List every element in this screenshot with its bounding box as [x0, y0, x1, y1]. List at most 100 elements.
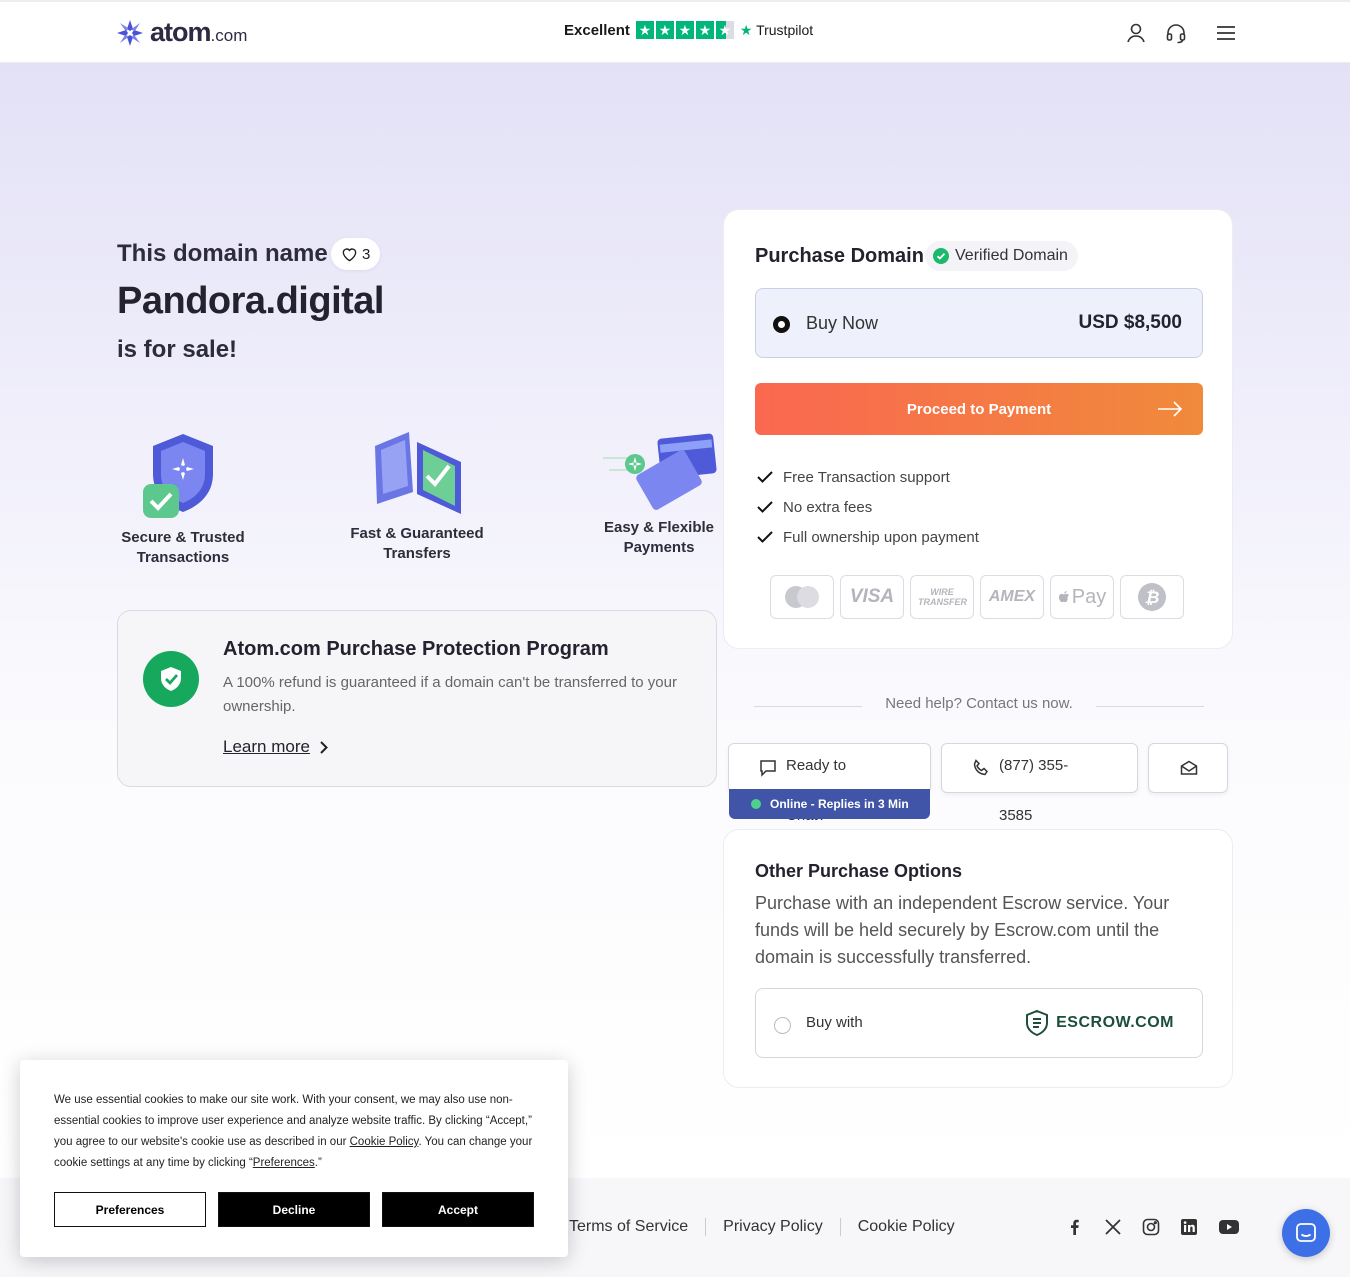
- payment-cards-icon: [603, 433, 717, 510]
- trust-label: Excellent: [564, 21, 630, 39]
- protection-text: A 100% refund is guaranteed if a domain …: [223, 674, 677, 715]
- star-half-icon: ★: [715, 21, 734, 39]
- purchase-card: Purchase Domain Verified Domain Buy Now …: [723, 209, 1233, 649]
- checkmark-icon: [757, 531, 773, 543]
- cookie-banner: We use essential cookies to make our sit…: [20, 1060, 568, 1257]
- trustpilot-star-icon: ★: [739, 21, 753, 38]
- star-icon: ★: [655, 21, 674, 39]
- visa-icon: VISA: [840, 575, 904, 619]
- escrow-option[interactable]: Buy with ESCROW.COM: [755, 988, 1203, 1058]
- x-twitter-icon[interactable]: [1104, 1218, 1122, 1236]
- accept-button[interactable]: Accept: [382, 1192, 534, 1227]
- chat-button[interactable]: Ready to Chat?: [728, 743, 931, 824]
- cookie-policy-link[interactable]: Cookie Policy: [858, 1218, 955, 1236]
- apple-pay-icon: Pay: [1050, 575, 1114, 619]
- hero-title: This domain name: [117, 240, 328, 267]
- social-links: [1066, 1218, 1239, 1236]
- atom-logo-icon: [117, 19, 143, 46]
- shield-check-badge-icon: [143, 651, 199, 707]
- trustpilot-brand: ★ Trustpilot: [739, 21, 814, 38]
- price: USD $8,500: [1078, 312, 1182, 333]
- benefit-text: Free Transaction support: [783, 468, 950, 486]
- benefit-item: Full ownership upon payment: [757, 522, 979, 552]
- bitcoin-icon: ₿: [1120, 575, 1184, 619]
- divider-line: [1096, 706, 1204, 707]
- amex-icon: AMEX: [980, 575, 1044, 619]
- escrow-logo-text: ESCROW.COM: [1056, 1014, 1174, 1031]
- email-button[interactable]: [1148, 743, 1228, 793]
- headset-support-icon[interactable]: [1164, 21, 1188, 45]
- phone-icon: [973, 759, 988, 776]
- cookie-policy-inline-link[interactable]: Cookie Policy: [350, 1136, 419, 1148]
- benefit-text: No extra fees: [783, 498, 873, 516]
- for-sale-text: is for sale!: [117, 336, 238, 363]
- favorite-button[interactable]: 3: [331, 238, 381, 270]
- phone-button[interactable]: (877) 355-3585: [941, 743, 1138, 824]
- linkedin-icon[interactable]: [1180, 1218, 1198, 1236]
- feature-secure-line1: Secure & Trusted: [121, 529, 245, 546]
- preferences-inline-link[interactable]: Preferences: [253, 1157, 315, 1169]
- apple-pay-label: Pay: [1071, 585, 1107, 608]
- escrow-logo: ESCROW.COM: [1024, 1009, 1174, 1037]
- feature-flexible-line2: Payments: [623, 539, 695, 556]
- wire-transfer-label: WIRE TRANSFER: [918, 587, 967, 607]
- help-text: Need help? Contact us now.: [885, 695, 1073, 712]
- online-label: Online - Replies in 3 Min: [770, 797, 909, 811]
- escrow-radio[interactable]: [774, 1017, 791, 1034]
- protection-title: Atom.com Purchase Protection Program: [223, 638, 609, 660]
- visa-label: VISA: [849, 586, 895, 607]
- proceed-to-payment-button[interactable]: Proceed to Payment: [755, 383, 1203, 435]
- youtube-icon[interactable]: [1218, 1218, 1239, 1236]
- transfer-cards-icon: [375, 432, 461, 514]
- chat-widget-icon: [1296, 1223, 1316, 1242]
- chat-widget-button[interactable]: [1282, 1209, 1330, 1257]
- privacy-link[interactable]: Privacy Policy: [723, 1218, 823, 1236]
- mastercard-icon: [770, 575, 834, 619]
- domain-name: Pandora.digital: [117, 280, 384, 322]
- buy-now-option[interactable]: Buy Now USD $8,500: [755, 288, 1203, 358]
- other-options-text: Purchase with an independent Escrow serv…: [755, 893, 1170, 967]
- chat-bubble-icon: [760, 760, 776, 777]
- amex-label: AMEX: [988, 588, 1036, 605]
- checkmark-icon: [757, 471, 773, 483]
- proceed-label: Proceed to Payment: [906, 400, 1052, 418]
- buy-now-radio[interactable]: [773, 316, 790, 333]
- svg-text:₿: ₿: [1145, 588, 1160, 608]
- learn-more-link[interactable]: Learn more: [223, 737, 328, 757]
- payment-methods: VISA WIRE TRANSFER AMEX Pay ₿: [770, 575, 1184, 619]
- escrow-shield-icon: [1026, 1009, 1049, 1037]
- verified-label: Verified Domain: [955, 247, 1068, 264]
- facebook-icon[interactable]: [1066, 1218, 1084, 1236]
- heart-icon: [342, 247, 357, 261]
- decline-button[interactable]: Decline: [218, 1192, 370, 1227]
- site-header: atom.com Excellent ★ ★ ★ ★ ★ ★ Trustpilo…: [0, 0, 1350, 63]
- feature-fast-line1: Fast & Guaranteed: [350, 525, 484, 542]
- trust-stars: ★ ★ ★ ★ ★: [635, 21, 734, 39]
- other-options-card: Other Purchase Options Purchase with an …: [723, 829, 1233, 1088]
- phone-number: (877) 355-3585: [999, 757, 1069, 824]
- favorite-count: 3: [362, 245, 371, 263]
- benefit-text: Full ownership upon payment: [783, 528, 979, 546]
- star-icon: ★: [635, 21, 654, 39]
- instagram-icon[interactable]: [1142, 1218, 1160, 1236]
- checkmark-icon: [757, 501, 773, 513]
- star-icon: ★: [675, 21, 694, 39]
- trustpilot-rating[interactable]: Excellent ★ ★ ★ ★ ★ ★ Trustpilot: [564, 21, 813, 39]
- footer-separator: [839, 1218, 841, 1236]
- feature-fast: Fast & Guaranteed Transfers: [348, 428, 486, 564]
- online-status: Online - Replies in 3 Min: [729, 789, 930, 819]
- feature-secure: Secure & Trusted Transactions: [118, 430, 248, 568]
- logo[interactable]: atom.com: [116, 17, 247, 48]
- preferences-button[interactable]: Preferences: [54, 1192, 206, 1227]
- logo-text: atom.com: [150, 17, 248, 47]
- star-icon: ★: [695, 21, 714, 39]
- envelope-icon: [1180, 760, 1198, 775]
- escrow-label: Buy with: [806, 1014, 863, 1031]
- terms-link[interactable]: Terms of Service: [569, 1218, 688, 1236]
- divider-line: [754, 706, 862, 707]
- chevron-right-icon: [320, 740, 328, 754]
- menu-icon[interactable]: [1214, 21, 1238, 45]
- feature-secure-line2: Transactions: [136, 549, 230, 566]
- header-icons: [1124, 21, 1238, 45]
- user-icon[interactable]: [1124, 21, 1148, 45]
